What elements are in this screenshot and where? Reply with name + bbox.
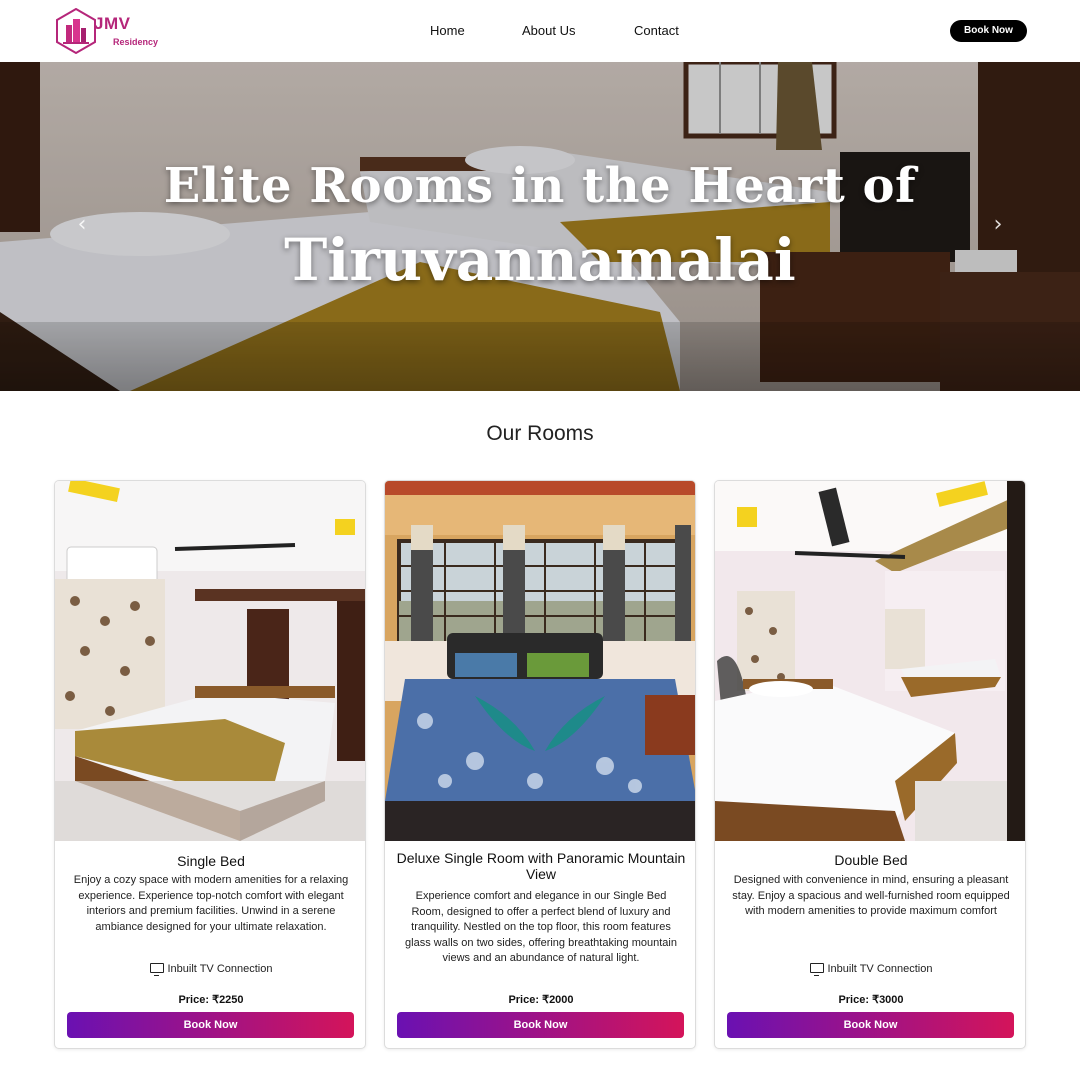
feature-label: Inbuilt TV Connection: [167, 963, 273, 975]
room-title: Double Bed: [834, 852, 908, 868]
nav-home[interactable]: Home: [430, 23, 465, 38]
book-now-button[interactable]: Book Now: [727, 1012, 1014, 1038]
room-title: Deluxe Single Room with Panoramic Mounta…: [396, 850, 686, 882]
room-price: Price: ₹2000: [508, 994, 574, 1006]
room-price: Price: ₹2250: [178, 994, 244, 1006]
book-now-button[interactable]: Book Now: [67, 1012, 354, 1038]
tv-icon: [149, 963, 164, 976]
header-book-now-button[interactable]: Book Now: [950, 20, 1027, 42]
logo-name: JMV: [94, 14, 131, 33]
room-image: [715, 481, 1025, 841]
nav-contact[interactable]: Contact: [634, 23, 679, 38]
chevron-left-icon[interactable]: ‹: [72, 212, 92, 238]
room-image: [385, 481, 695, 841]
chevron-right-icon[interactable]: ›: [988, 212, 1008, 238]
room-title: Single Bed: [177, 853, 245, 869]
section-title: Our Rooms: [486, 422, 594, 445]
feature-label: Inbuilt TV Connection: [827, 963, 933, 975]
site-header: JMV Residency Home About Us Contact Book…: [0, 0, 1080, 62]
room-price: Price: ₹3000: [838, 994, 904, 1006]
room-card-single-bed: Single Bed Enjoy a cozy space with moder…: [54, 480, 366, 1049]
room-feature: Inbuilt TV Connection: [55, 963, 365, 976]
room-card-double-bed: Double Bed Designed with convenience in …: [714, 480, 1026, 1049]
room-description: Enjoy a cozy space with modern amenities…: [73, 874, 349, 933]
logo-subtitle: Residency: [113, 37, 159, 47]
book-now-button[interactable]: Book Now: [397, 1012, 684, 1038]
room-card-deluxe-single: Deluxe Single Room with Panoramic Mounta…: [384, 480, 696, 1049]
room-feature: Inbuilt TV Connection: [715, 963, 1025, 976]
room-description: Experience comfort and elegance in our S…: [405, 890, 677, 965]
room-image: [55, 481, 365, 841]
nav-about-us[interactable]: About Us: [522, 23, 575, 38]
tv-icon: [809, 963, 824, 976]
hero-banner: Elite Rooms in the Heart of Tiruvannamal…: [0, 62, 1080, 391]
hero-heading-line2: Tiruvannamalai: [284, 226, 796, 294]
hero-heading-line1: Elite Rooms in the Heart of: [163, 158, 917, 214]
room-description: Designed with convenience in mind, ensur…: [732, 874, 1010, 918]
